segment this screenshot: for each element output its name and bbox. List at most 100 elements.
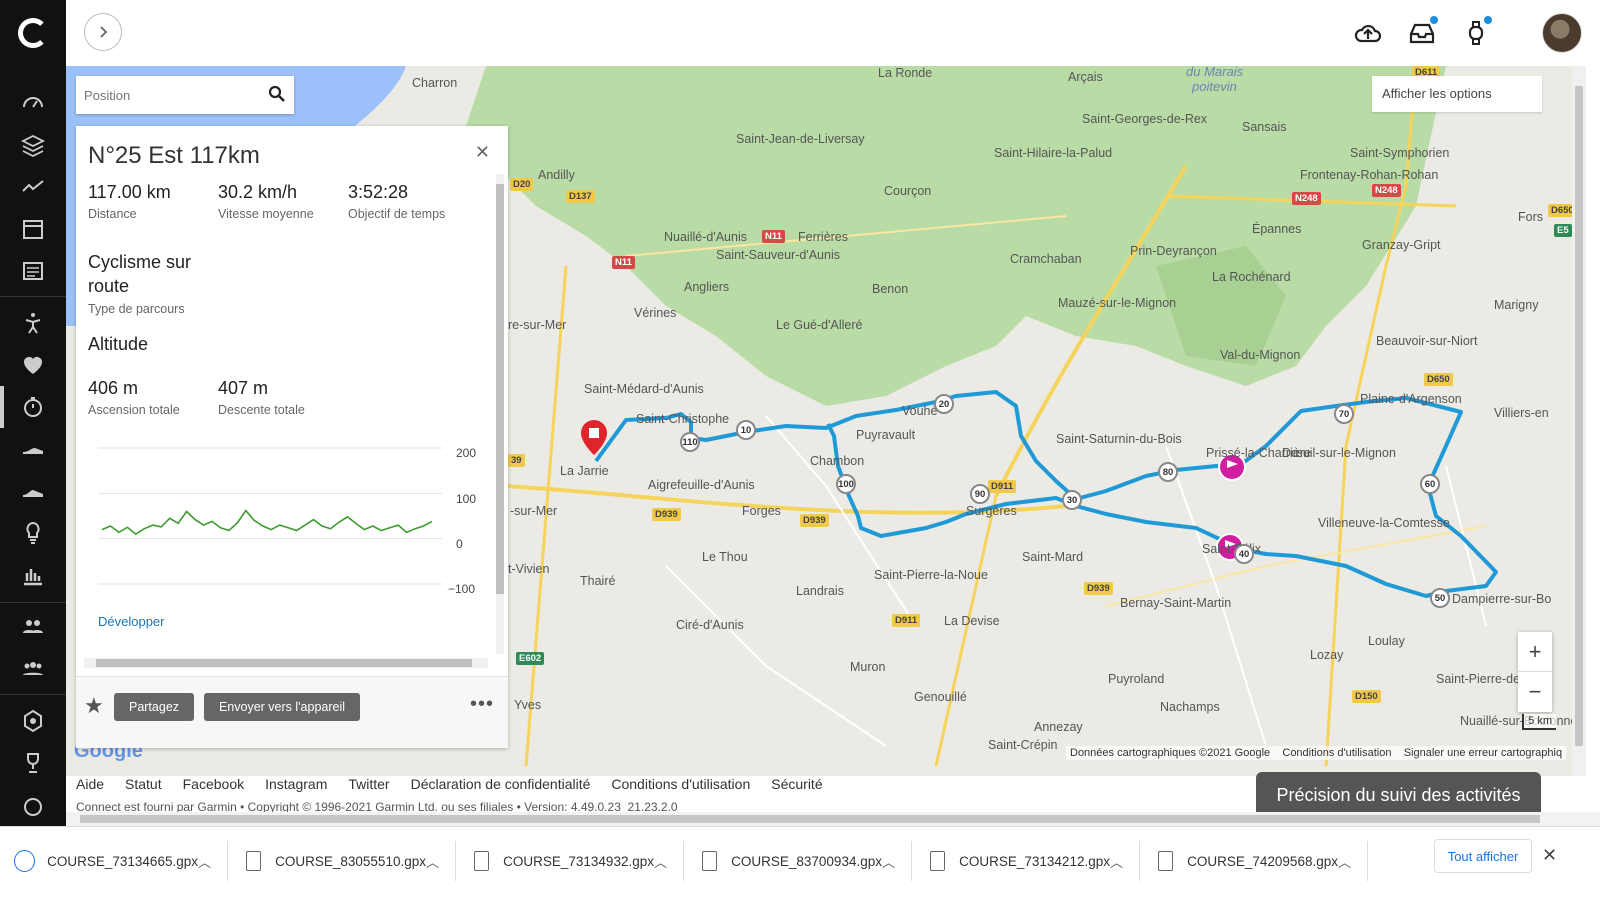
road-sign: D137: [566, 190, 595, 203]
news-icon[interactable]: [15, 256, 51, 286]
chevron-up-icon[interactable]: ︿: [654, 852, 667, 871]
scale-bar: 5 km: [1522, 714, 1556, 730]
map-terms-link[interactable]: Conditions d'utilisation: [1282, 747, 1391, 759]
heart-icon[interactable]: [15, 350, 51, 380]
stat-value: 117.00 km: [88, 182, 171, 202]
develop-link[interactable]: Développer: [98, 614, 165, 629]
town-label: Saint-Hilaire-la-Palud: [994, 146, 1113, 160]
panel-scrollbar-horizontal[interactable]: [84, 658, 488, 668]
position-search-input[interactable]: [76, 87, 256, 103]
show-options-button[interactable]: Afficher les options: [1372, 76, 1542, 112]
chevron-up-icon[interactable]: ︿: [198, 852, 211, 871]
road-sign: D939: [800, 514, 829, 527]
lightbulb-icon[interactable]: [15, 518, 51, 548]
connections-icon[interactable]: [15, 612, 51, 642]
shoe-icon[interactable]: [15, 434, 51, 464]
scroll-thumb[interactable]: [96, 659, 472, 667]
download-item[interactable]: COURSE_73134665.gpx ︿: [0, 841, 228, 881]
download-item[interactable]: COURSE_73134212.gpx ︿: [912, 841, 1140, 881]
stat-ascent: 406 m Ascension totale: [88, 378, 180, 417]
map-report-link[interactable]: Signaler une erreur cartographiq: [1404, 747, 1562, 759]
bar-chart-icon[interactable]: [15, 560, 51, 590]
page-scrollbar-horizontal[interactable]: [66, 812, 1600, 826]
watch-icon[interactable]: [1460, 16, 1492, 48]
altitude-chart-svg: [98, 447, 442, 585]
send-to-device-button[interactable]: Envoyer vers l'appareil: [204, 693, 360, 721]
footer-link[interactable]: Conditions d'utilisation: [611, 776, 750, 792]
close-icon[interactable]: ✕: [1542, 845, 1557, 866]
chevron-up-icon[interactable]: ︿: [426, 852, 439, 871]
chevron-up-icon[interactable]: ︿: [1338, 852, 1351, 871]
zoom-in-button[interactable]: +: [1518, 632, 1552, 672]
star-icon[interactable]: ★: [84, 693, 104, 719]
footer-links: Aide Statut Facebook Instagram Twitter Déclar…: [76, 776, 823, 792]
panel-actions: ★ Partagez Envoyer vers l'appareil •••: [76, 676, 508, 748]
town-label: Saint-Mard: [1022, 550, 1084, 564]
file-icon: [930, 851, 946, 871]
garmin-connect-logo[interactable]: [18, 18, 48, 48]
close-icon[interactable]: ✕: [475, 142, 490, 163]
map-scrollbar[interactable]: [1572, 66, 1586, 776]
groups-icon[interactable]: [15, 654, 51, 684]
town-label: Courçon: [884, 184, 932, 198]
dashboard-icon[interactable]: [15, 88, 51, 118]
more-options-icon[interactable]: •••: [470, 693, 494, 716]
upload-cloud-icon[interactable]: [1352, 18, 1384, 48]
stat-distance: 117.00 km Distance: [88, 182, 171, 221]
town-label: Frontenay-Rohan-Rohan: [1300, 168, 1439, 182]
town-label: Saint-Pierre-la-Noue: [874, 568, 988, 582]
search-icon[interactable]: [268, 85, 286, 103]
town-label: Landrais: [796, 584, 844, 598]
town-label: Ferrières: [798, 230, 849, 244]
download-item[interactable]: COURSE_73134932.gpx ︿: [456, 841, 684, 881]
download-item[interactable]: COURSE_74209568.gpx ︿: [1140, 841, 1368, 881]
town-label: Le Thou: [702, 550, 748, 564]
layers-icon[interactable]: [15, 130, 51, 160]
town-label: Saint-Jean-de-Liversay: [736, 132, 865, 146]
running-shoe-icon[interactable]: [15, 476, 51, 506]
town-label: Nuaillé-d'Aunis: [664, 230, 747, 244]
footer-link[interactable]: Déclaration de confidentialité: [411, 776, 591, 792]
road-sign: D911: [988, 480, 1017, 493]
town-label: Annezay: [1034, 720, 1083, 734]
scroll-thumb[interactable]: [80, 815, 1540, 823]
scroll-thumb[interactable]: [496, 184, 504, 594]
footer-link[interactable]: Sécurité: [771, 776, 822, 792]
avatar[interactable]: [1542, 13, 1582, 53]
show-all-downloads-button[interactable]: Tout afficher: [1434, 839, 1532, 873]
trophy-icon[interactable]: [15, 748, 51, 778]
trend-icon[interactable]: [15, 172, 51, 202]
town-label: re-sur-Mer: [508, 318, 567, 332]
course-map[interactable]: Charron La Ronde Arçais Saint-Jean-de-Liver…: [66, 66, 1586, 776]
town-label: Val-du-Mignon: [1220, 348, 1301, 362]
town-label: Puyravault: [856, 428, 916, 442]
stopwatch-icon[interactable]: [15, 392, 51, 422]
download-filename: COURSE_83700934.gpx: [731, 853, 882, 869]
footer-link[interactable]: Aide: [76, 776, 104, 792]
town-label: Saint-Christophe: [636, 412, 730, 426]
gauge-icon[interactable]: [15, 790, 51, 820]
scroll-thumb[interactable]: [1575, 86, 1583, 746]
town-label: Nachamps: [1160, 700, 1220, 714]
inbox-icon[interactable]: [1406, 16, 1438, 48]
footer-link[interactable]: Facebook: [183, 776, 244, 792]
panel-scrollbar-vertical[interactable]: [496, 174, 504, 654]
town-label: Prin-Deyrançon: [1130, 244, 1217, 258]
download-item[interactable]: COURSE_83700934.gpx ︿: [684, 841, 912, 881]
zoom-out-button[interactable]: −: [1518, 672, 1552, 712]
calendar-icon[interactable]: [15, 214, 51, 244]
badge-icon[interactable]: [15, 706, 51, 736]
notification-dot: [1430, 16, 1438, 24]
footer-link[interactable]: Twitter: [348, 776, 389, 792]
expand-nav-button[interactable]: [84, 13, 122, 51]
distance-marker: 90: [970, 484, 990, 504]
town-label: Saint-Saturnin-du-Bois: [1056, 432, 1182, 446]
chevron-up-icon[interactable]: ︿: [882, 852, 895, 871]
footer-link[interactable]: Statut: [125, 776, 162, 792]
activity-person-icon[interactable]: [15, 308, 51, 338]
chevron-up-icon[interactable]: ︿: [1110, 852, 1123, 871]
download-item[interactable]: COURSE_83055510.gpx ︿: [228, 841, 456, 881]
footer-link[interactable]: Instagram: [265, 776, 327, 792]
file-icon: [1158, 851, 1174, 871]
share-button[interactable]: Partagez: [114, 693, 194, 721]
